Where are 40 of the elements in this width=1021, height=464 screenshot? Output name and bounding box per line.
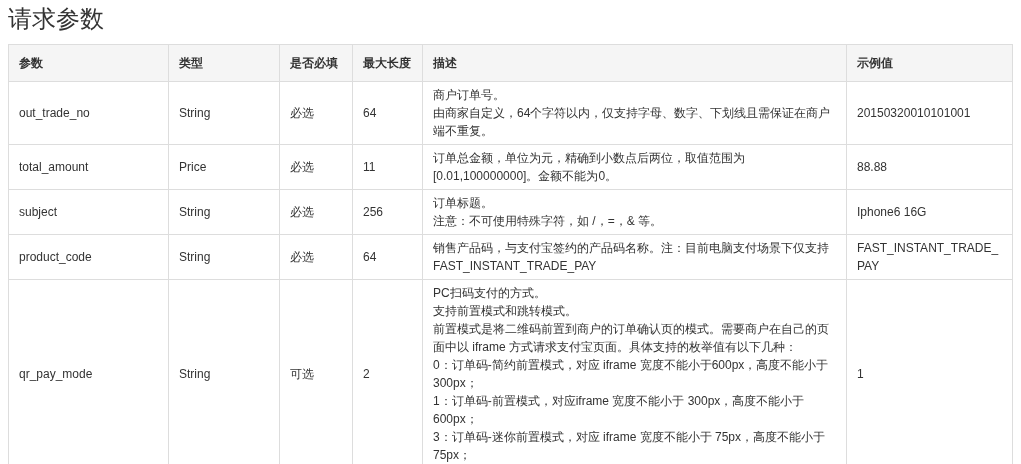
- table-cell: String: [168, 234, 280, 280]
- description-text: 0：订单码-简约前置模式，对应 iframe 宽度不能小于600px，高度不能小于300px；: [433, 357, 830, 392]
- table-cell: 必选: [279, 234, 353, 280]
- column-header: 是否必填: [279, 44, 353, 82]
- table-cell: 256: [352, 189, 423, 235]
- description-text: 销售产品码，与支付宝签约的产品码名称。注：目前电脑支付场景下仅支持FAST_INSTANT_TRADE_PAY: [433, 240, 830, 275]
- description-text: 支持前置模式和跳转模式。: [433, 303, 578, 320]
- table-cell: 88.88: [846, 144, 1013, 190]
- table-cell: out_trade_no: [8, 81, 169, 145]
- description-text: 注意：不可使用特殊字符，如 /，=，& 等。: [433, 213, 663, 230]
- section-title: 请求参数: [8, 4, 105, 34]
- table-cell: Iphone6 16G: [846, 189, 1013, 235]
- table-cell: total_amount: [8, 144, 169, 190]
- column-header: 参数: [8, 44, 169, 82]
- description-text: PC扫码支付的方式。: [433, 285, 547, 302]
- table-cell: String: [168, 81, 280, 145]
- description-text: 订单标题。: [433, 195, 494, 212]
- table-cell: 必选: [279, 144, 353, 190]
- table-cell: 64: [352, 81, 423, 145]
- description-text: 订单总金额，单位为元，精确到小数点后两位，取值范围为[0.01,100000000]。金额不能为0。: [433, 150, 746, 185]
- column-header: 示例值: [846, 44, 1013, 82]
- table-cell: subject: [8, 189, 169, 235]
- description-text: 1：订单码-前置模式，对应iframe 宽度不能小于 300px，高度不能小于600px；: [433, 393, 806, 428]
- description-text: 前置模式是将二维码前置到商户的订单确认页的模式。需要商户在自己的页面中以 iframe 方式请求支付宝页面。具体支持的枚举值有以下几种：: [433, 321, 830, 356]
- description-text: 商户订单号。: [433, 87, 506, 104]
- column-header: 最大长度: [352, 44, 423, 82]
- table-cell: 必选: [279, 189, 353, 235]
- description-text: 3：订单码-迷你前置模式，对应 iframe 宽度不能小于 75px，高度不能小于75px；: [433, 429, 827, 464]
- table-cell: 64: [352, 234, 423, 280]
- table-cell: qr_pay_mode: [8, 279, 169, 464]
- table-cell: 20150320010101001: [846, 81, 1013, 145]
- table-cell: String: [168, 189, 280, 235]
- description-text: 由商家自定义，64个字符以内，仅支持字母、数字、下划线且需保证在商户端不重复。: [433, 105, 832, 140]
- table-cell: FAST_INSTANT_TRADE_PAY: [846, 234, 1013, 280]
- table-cell: 必选: [279, 81, 353, 145]
- column-header: 类型: [168, 44, 280, 82]
- table-cell: Price: [168, 144, 280, 190]
- table-cell: product_code: [8, 234, 169, 280]
- table-cell: 11: [352, 144, 423, 190]
- column-header: 描述: [422, 44, 847, 82]
